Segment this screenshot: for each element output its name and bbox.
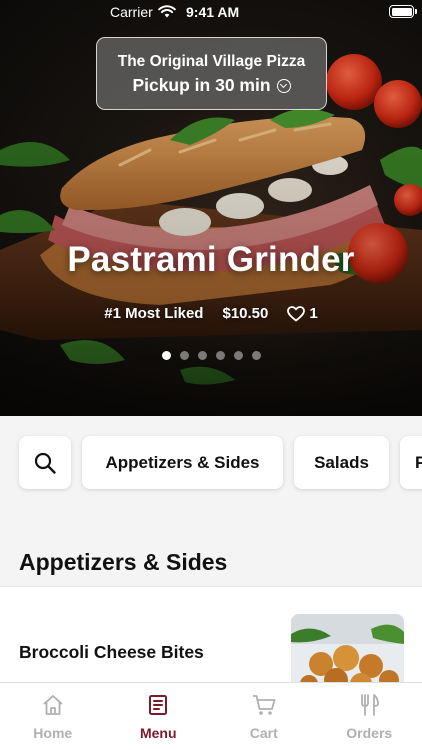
- menu-item-name: Broccoli Cheese Bites: [19, 642, 204, 662]
- carousel-dot[interactable]: [197, 351, 207, 360]
- battery-icon: [389, 5, 417, 18]
- carousel-dot[interactable]: [161, 351, 171, 360]
- tab-home[interactable]: Home: [0, 683, 106, 750]
- carrier-label: Carrier: [110, 4, 153, 20]
- featured-item-price: $10.50: [222, 305, 269, 322]
- tab-menu[interactable]: Menu: [106, 683, 212, 750]
- menu-item-card[interactable]: Broccoli Cheese Bites: [0, 586, 422, 696]
- clock-time: 9:41 AM: [186, 4, 240, 20]
- category-appetizers-sides[interactable]: Appetizers & Sides: [82, 436, 283, 489]
- restaurant-name: The Original Village Pizza: [117, 53, 306, 70]
- tab-menu-label: Menu: [139, 725, 177, 741]
- tab-orders-label: Orders: [346, 725, 393, 741]
- status-bar: Carrier 9:41 AM: [0, 0, 422, 24]
- tab-orders[interactable]: Orders: [317, 683, 422, 750]
- pickup-time-row: Pickup in 30 min: [97, 75, 326, 96]
- category-pizza[interactable]: P: [400, 436, 422, 489]
- menu-icon: [149, 695, 168, 715]
- carousel-dot[interactable]: [179, 351, 189, 360]
- heart-icon: [287, 305, 306, 321]
- wifi-icon: [158, 5, 176, 18]
- featured-item-title: Pastrami Grinder: [67, 240, 355, 279]
- like-count: 1: [309, 305, 318, 322]
- home-icon: [43, 695, 63, 715]
- category-salads[interactable]: Salads: [294, 436, 389, 489]
- carousel-dot[interactable]: [251, 351, 261, 360]
- pickup-time-label: Pickup in 30 min: [132, 75, 271, 95]
- hero-banner[interactable]: Carrier 9:41 AM The Original Village Piz…: [0, 0, 422, 416]
- cart-icon: [252, 695, 276, 715]
- featured-item-meta: #1 Most Liked $10.50 1: [0, 305, 422, 322]
- tab-cart[interactable]: Cart: [211, 683, 317, 750]
- orders-icon: [361, 694, 380, 716]
- bottom-tab-bar: Home Menu Cart Orders: [0, 682, 422, 750]
- carousel-dot[interactable]: [215, 351, 225, 360]
- section-title: Appetizers & Sides: [19, 549, 228, 575]
- search-button[interactable]: [19, 436, 71, 489]
- carousel-page-indicator[interactable]: [0, 351, 422, 360]
- chevron-down-circle-icon: [276, 79, 291, 93]
- category-scroller[interactable]: Appetizers & Sides Salads P: [0, 416, 422, 511]
- tab-cart-label: Cart: [249, 725, 278, 741]
- popularity-badge: #1 Most Liked: [104, 305, 204, 322]
- search-icon: [34, 452, 56, 474]
- tab-home-label: Home: [33, 725, 73, 741]
- pickup-selector[interactable]: The Original Village Pizza Pickup in 30 …: [96, 37, 327, 110]
- like-button[interactable]: 1: [287, 305, 318, 322]
- carousel-dot[interactable]: [233, 351, 243, 360]
